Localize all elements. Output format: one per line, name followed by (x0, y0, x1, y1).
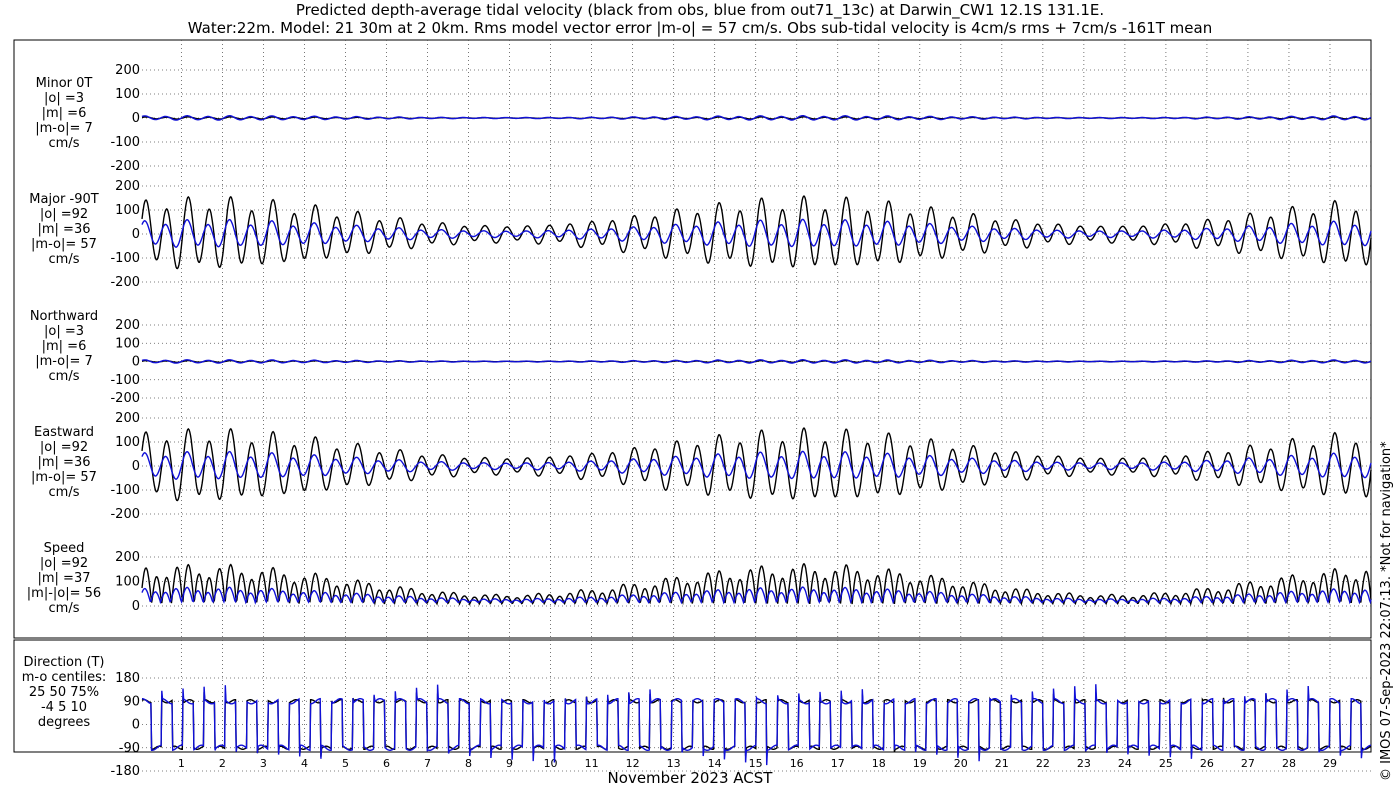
y-tick-label: -200 (110, 275, 140, 290)
tidal-velocity-chart: 1 2 3 4 5 6 7 8 9 10 11 12 13 14 15 16 17 18 19 20 21 22 23 24 2… (13, 39, 1372, 779)
x-tick-label-5: 5 (342, 757, 349, 770)
x-tick-label-3: 3 (260, 757, 267, 770)
panel-1: 200 100 0 -100 -200 (110, 63, 1372, 174)
y-tick-label: 0 (132, 459, 140, 474)
x-tick-label-26: 26 (1200, 757, 1214, 770)
y-tick-label: -100 (110, 135, 140, 150)
y-tick-label: -90 (119, 741, 140, 756)
panel-label-line: |m| =36 (37, 455, 91, 470)
x-tick-label-22: 22 (1036, 757, 1050, 770)
x-tick-label-24: 24 (1118, 757, 1132, 770)
panel-label-6: Direction (T) m-o centiles: 25 50 75% -4 5 … (14, 655, 114, 730)
y-tick-label: 100 (115, 435, 140, 450)
panel-5: 200 100 0 (115, 550, 1372, 614)
y-tick-label: 200 (115, 411, 140, 426)
y-tick-label: 0 (132, 111, 140, 126)
panel-label-line: Direction (T) (23, 655, 105, 670)
panel-label-line: degrees (37, 715, 91, 730)
y-tick-label: 100 (115, 87, 140, 102)
y-tick-label: -180 (110, 764, 140, 779)
y-tick-label: 200 (115, 550, 140, 565)
panel-label-line: 25 50 75% (28, 685, 100, 700)
panel-label-line: Northward (29, 309, 99, 324)
y-tick-label: 100 (115, 575, 140, 590)
panel-4: 200 100 0 -100 -200 (110, 411, 1372, 522)
y-tick-label: 200 (115, 179, 140, 194)
panel-label-line: |o| =92 (39, 440, 89, 455)
y-tick-label: 0 (132, 718, 140, 733)
x-tick-label-8: 8 (465, 757, 472, 770)
panel-label-line: cm/s (48, 136, 80, 151)
panel-label-line: Major -90T (29, 192, 99, 207)
y-tick-label: 0 (132, 599, 140, 614)
y-tick-label: -200 (110, 391, 140, 406)
panel-label-line: Speed (43, 541, 85, 556)
panel-label-3: Northward |o| =3 |m| =6 |m-o|= 7 cm/s (14, 309, 114, 384)
x-tick-label-19: 19 (913, 757, 927, 770)
y-tick-label: 90 (123, 694, 140, 709)
panel-label-line: |m|-|o|= 56 (26, 586, 102, 601)
panel-label-line: Minor 0T (35, 76, 93, 91)
x-tick-label-28: 28 (1282, 757, 1296, 770)
copyright-footer: © IMOS 07-Sep-2023 22:07:13. *Not for na… (1379, 441, 1394, 781)
panel-label-line: |o| =92 (39, 207, 89, 222)
x-tick-label-27: 27 (1241, 757, 1255, 770)
panel-label-2: Major -90T |o| =92 |m| =36 |m-o|= 57 cm/s (14, 192, 114, 267)
y-tick-label: -100 (110, 251, 140, 266)
panel-label-line: Eastward (33, 425, 95, 440)
x-tick-label-18: 18 (872, 757, 886, 770)
panel-label-1: Minor 0T |o| =3 |m| =6 |m-o|= 7 cm/s (14, 76, 114, 151)
panel-label-line: |o| =3 (43, 324, 84, 339)
panel-label-line: |m| =6 (41, 339, 87, 354)
y-tick-label: 180 (115, 671, 140, 686)
x-tick-label-25: 25 (1159, 757, 1173, 770)
panel-label-line: -4 5 10 (40, 700, 88, 715)
panel-label-line: cm/s (48, 601, 80, 616)
x-tick-label-7: 7 (424, 757, 431, 770)
y-tick-label: 100 (115, 336, 140, 351)
panel-label-line: |m-o|= 57 (31, 470, 97, 485)
y-tick-label: -200 (110, 507, 140, 522)
panel-label-line: |m| =37 (37, 571, 91, 586)
panel-label-line: |m-o|= 7 (35, 354, 93, 369)
y-tick-label: -200 (110, 159, 140, 174)
x-tick-label-29: 29 (1323, 757, 1337, 770)
y-tick-label: -100 (110, 483, 140, 498)
panel-label-line: |m-o|= 7 (35, 121, 93, 136)
y-tick-label: 200 (115, 63, 140, 78)
y-tick-label: 200 (115, 318, 140, 333)
x-tick-label-23: 23 (1077, 757, 1091, 770)
panel-2: 200 100 0 -100 -200 (110, 179, 1372, 290)
panel-label-line: |m| =6 (41, 106, 87, 121)
y-tick-label: 100 (115, 203, 140, 218)
x-tick-label-21: 21 (995, 757, 1009, 770)
panel-label-line: |o| =92 (39, 556, 89, 571)
x-tick-label-2: 2 (219, 757, 226, 770)
panel-label-line: |m-o|= 57 (31, 237, 97, 252)
y-tick-label: -100 (110, 373, 140, 388)
x-tick-label-1: 1 (178, 757, 185, 770)
x-axis-label: November 2023 ACST (607, 769, 773, 787)
y-tick-label: 0 (132, 227, 140, 242)
panel-label-line: cm/s (48, 485, 80, 500)
panel-label-line: m-o centiles: (21, 670, 107, 685)
plot-frame-1 (13, 39, 1372, 639)
x-tick-label-4: 4 (301, 757, 308, 770)
panel-label-line: cm/s (48, 252, 80, 267)
panel-label-4: Eastward |o| =92 |m| =36 |m-o|= 57 cm/s (14, 425, 114, 500)
y-tick-label: 0 (132, 355, 140, 370)
panel-label-5: Speed |o| =92 |m| =37 |m|-|o|= 56 cm/s (14, 541, 114, 616)
panel-6: 180 90 0 -90 -180 (110, 671, 1372, 779)
panel-3: 200 100 0 -100 -200 (110, 318, 1372, 406)
panel-label-line: |m| =36 (37, 222, 91, 237)
x-tick-label-20: 20 (954, 757, 968, 770)
x-tick-label-6: 6 (383, 757, 390, 770)
panel-label-line: |o| =3 (43, 91, 84, 106)
panel-label-line: cm/s (48, 369, 80, 384)
